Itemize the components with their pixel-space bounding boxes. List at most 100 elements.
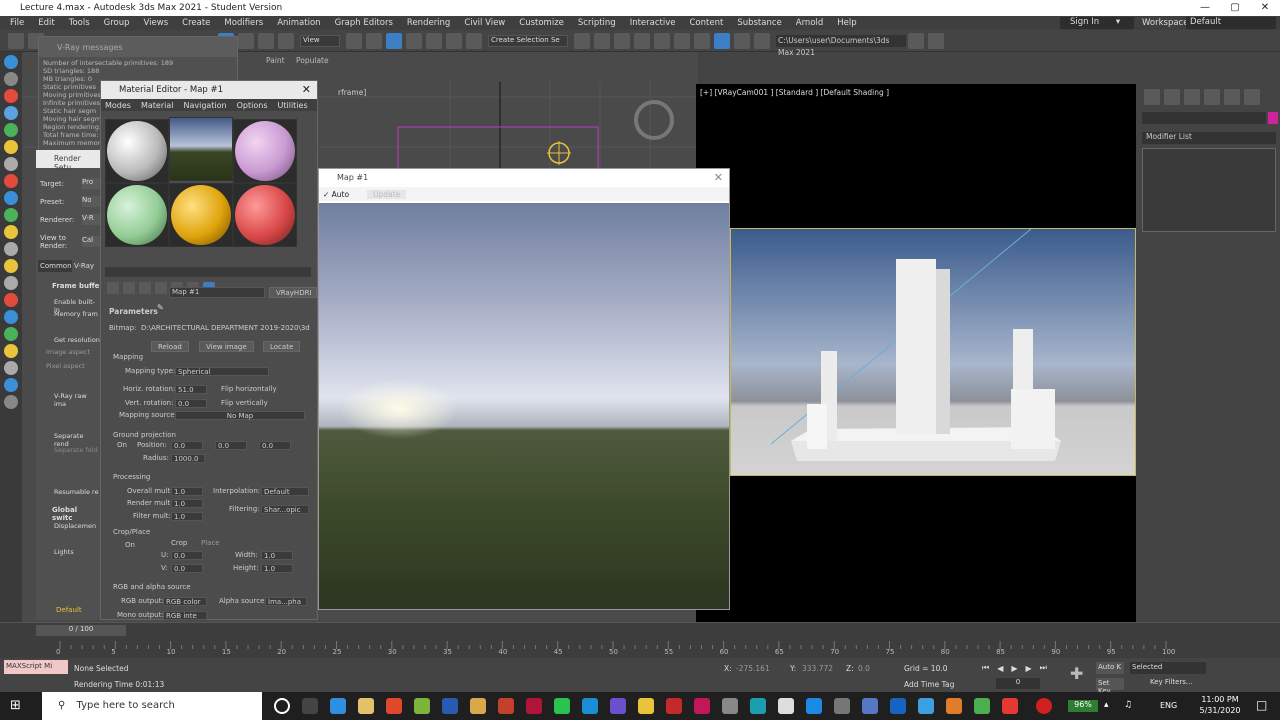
locate-button[interactable]: Locate — [263, 341, 301, 352]
filter-mult-spinner[interactable]: 1.0 — [171, 512, 203, 521]
menu-options[interactable]: Options — [237, 101, 268, 110]
position-z-spinner[interactable]: 0.0 — [259, 441, 291, 450]
powerpoint-icon[interactable] — [498, 698, 514, 714]
language-indicator[interactable]: ENG — [1160, 701, 1177, 710]
play-icon[interactable]: ▶ — [1011, 664, 1017, 673]
display-icon[interactable] — [4, 225, 18, 239]
sample-slot-white[interactable] — [105, 119, 169, 183]
vert-rotation-spinner[interactable]: 0.0 — [175, 399, 207, 408]
bitmap-path-button[interactable]: D:\ARCHITECTURAL DEPARTMENT 2019-2020\3d — [141, 324, 311, 332]
x-coordinate[interactable]: -275.161 — [736, 664, 784, 673]
position-x-spinner[interactable]: 0.0 — [171, 441, 203, 450]
place-radio[interactable]: Place — [201, 539, 220, 547]
modifier-icon[interactable] — [4, 174, 18, 188]
tab-vray[interactable]: V-Ray — [74, 262, 94, 270]
cortana-icon[interactable] — [274, 698, 290, 714]
chrome-icon[interactable] — [638, 698, 654, 714]
go-to-end-icon[interactable]: ⏭ — [1040, 663, 1047, 673]
maximize-button[interactable]: ▢ — [1220, 0, 1250, 16]
update-button[interactable]: Update — [367, 189, 407, 199]
frame-buffer-rollout[interactable]: Frame buffe — [52, 282, 99, 290]
mirror-icon[interactable] — [574, 32, 590, 49]
word-icon[interactable] — [442, 698, 458, 714]
reference-coordinate-select[interactable]: View — [300, 34, 340, 47]
y-coordinate[interactable]: 333.772 — [802, 664, 850, 673]
layout-icon[interactable] — [928, 32, 944, 49]
access-icon[interactable] — [526, 698, 542, 714]
render-production-icon[interactable] — [754, 32, 770, 49]
get-material-icon[interactable] — [107, 282, 119, 294]
render-mult-spinner[interactable]: 1.0 — [171, 499, 203, 508]
width-spinner[interactable]: 1.0 — [261, 551, 293, 560]
tool-icon[interactable] — [834, 698, 850, 714]
select-object-icon[interactable] — [4, 72, 18, 86]
reset-map-icon[interactable] — [155, 282, 167, 294]
filtering-select[interactable]: Shar...opic — [261, 505, 309, 514]
media-icon[interactable] — [918, 698, 934, 714]
menu-civil-view[interactable]: Civil View — [464, 18, 505, 28]
record-icon[interactable] — [1036, 698, 1052, 714]
pivot-icon[interactable] — [346, 32, 362, 49]
scene-icon[interactable] — [4, 378, 18, 392]
interpolation-select[interactable]: Default — [261, 487, 309, 496]
parameters-rollout[interactable]: Parameters — [109, 307, 158, 316]
material-editor-close-button[interactable]: ✕ — [302, 83, 311, 96]
whatsapp-icon[interactable] — [554, 698, 570, 714]
project-path[interactable]: C:\Users\user\Documents\3ds Max 2021 — [776, 34, 906, 57]
object-name-field[interactable] — [1142, 112, 1266, 124]
selection-set-select[interactable]: Selected — [1130, 662, 1206, 674]
motion-tab-icon[interactable] — [1204, 89, 1220, 105]
sample-slot-yellow[interactable] — [169, 183, 233, 247]
overall-mult-spinner[interactable]: 1.0 — [171, 487, 203, 496]
menu-create[interactable]: Create — [182, 18, 210, 28]
menu-navigation[interactable]: Navigation — [183, 101, 226, 110]
menu-customize[interactable]: Customize — [519, 18, 564, 28]
assign-material-icon[interactable] — [139, 282, 151, 294]
hierarchy-icon[interactable] — [4, 191, 18, 205]
displacement-checkbox[interactable]: Displacemen — [54, 522, 96, 530]
eyedropper-icon[interactable]: ✎ — [157, 303, 164, 312]
modify-tab-icon[interactable] — [1164, 89, 1180, 105]
recorder-icon[interactable] — [1002, 698, 1018, 714]
percent-snap-icon[interactable] — [426, 32, 442, 49]
horiz-rotation-spinner[interactable]: 51.0 — [175, 385, 207, 394]
menu-content[interactable]: Content — [690, 18, 724, 28]
reload-button[interactable]: Reload — [151, 341, 189, 352]
acrobat-icon[interactable] — [386, 698, 402, 714]
material-editor-icon[interactable] — [694, 32, 710, 49]
battery-indicator[interactable]: 96% — [1068, 700, 1098, 712]
minimize-button[interactable]: — — [1190, 0, 1220, 16]
autocad-icon[interactable] — [666, 698, 682, 714]
vray-raw-checkbox[interactable]: V-Ray raw ima — [54, 392, 100, 408]
menu-edit[interactable]: Edit — [38, 18, 54, 28]
create-sphere-icon[interactable] — [4, 55, 18, 69]
position-y-spinner[interactable]: 0.0 — [215, 441, 247, 450]
menu-modes[interactable]: Modes — [105, 101, 131, 110]
app-icon[interactable] — [946, 698, 962, 714]
3dsmax-icon[interactable] — [750, 698, 766, 714]
add-time-tag[interactable]: Add Time Tag — [904, 680, 954, 689]
mapping-source-button[interactable]: No Map — [175, 411, 305, 420]
place-icon[interactable] — [278, 32, 294, 49]
next-frame-icon[interactable]: ▶ — [1026, 664, 1032, 673]
menu-arnold[interactable]: Arnold — [796, 18, 824, 28]
torus-icon[interactable] — [4, 361, 18, 375]
memory-frame-checkbox[interactable]: Memory fram — [54, 310, 98, 318]
select-manipulate-icon[interactable] — [366, 32, 382, 49]
menu-graph-editors[interactable]: Graph Editors — [335, 18, 393, 28]
layer-explorer-icon[interactable] — [634, 32, 650, 49]
tab-populate[interactable]: Populate — [296, 56, 329, 65]
outlook-icon[interactable] — [862, 698, 878, 714]
named-selection-set-input[interactable]: Create Selection Se — [488, 34, 568, 47]
auto-key-button[interactable]: Auto K — [1096, 662, 1124, 674]
project-folder-icon[interactable] — [908, 32, 924, 49]
u-spinner[interactable]: 0.0 — [171, 551, 203, 560]
close-button[interactable]: ✕ — [1250, 0, 1280, 16]
get-resolution-checkbox[interactable]: Get resolution — [54, 336, 100, 344]
light-icon[interactable] — [4, 140, 18, 154]
viewcube-icon[interactable] — [634, 100, 674, 140]
helper-icon[interactable] — [4, 123, 18, 137]
viewport-camera-label[interactable]: [+] [VRayCam001 ] [Standard ] [Default S… — [700, 88, 889, 97]
teapot-icon[interactable] — [4, 89, 18, 103]
sample-slot-red[interactable] — [233, 183, 297, 247]
